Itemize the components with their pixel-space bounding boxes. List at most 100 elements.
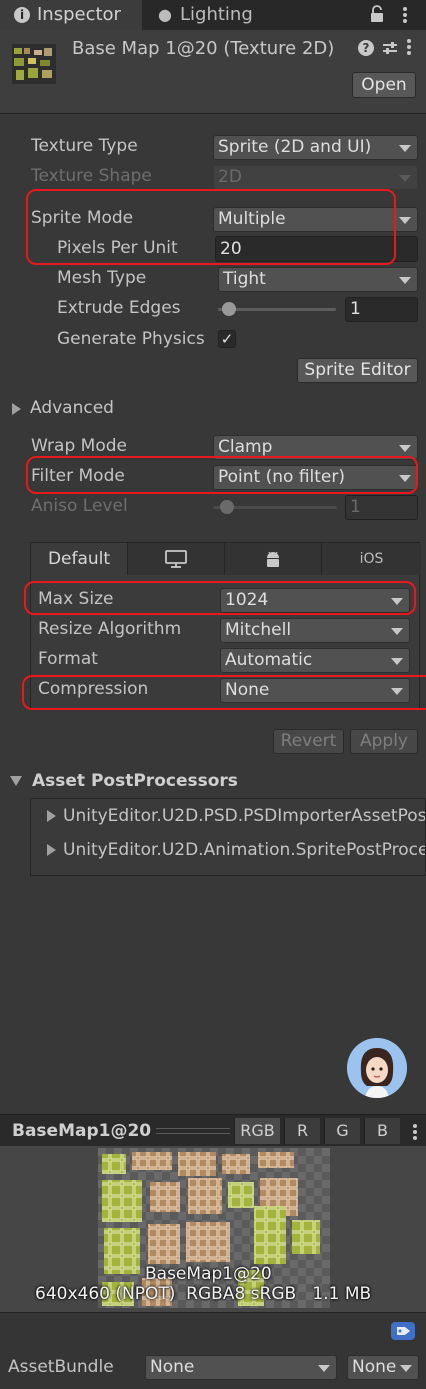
max-size-dropdown[interactable]: 1024 — [220, 588, 410, 613]
tab-inspector-label: Inspector — [37, 4, 121, 25]
postprocessor-item[interactable]: UnityEditor.U2D.Animation.SpritePostProc… — [63, 840, 425, 860]
filter-mode-label: Filter Mode — [31, 466, 125, 486]
mesh-type-dropdown[interactable]: Tight — [218, 267, 418, 292]
lock-icon[interactable] — [370, 5, 384, 23]
chevron-down-icon — [391, 627, 403, 635]
generate-physics-label: Generate Physics — [57, 329, 205, 349]
format-dropdown[interactable]: Automatic — [220, 648, 410, 673]
monitor-icon — [165, 550, 187, 568]
chevron-down-icon — [399, 144, 411, 152]
avatar[interactable] — [347, 1038, 407, 1098]
aniso-level-label: Aniso Level — [31, 496, 128, 516]
asset-title: Base Map 1@20 (Texture 2D) — [72, 38, 335, 59]
preview-divider — [156, 1133, 230, 1134]
max-size-label: Max Size — [38, 589, 114, 609]
texture-shape-value: 2D — [218, 167, 242, 187]
compression-dropdown[interactable]: None — [220, 678, 410, 703]
texture-shape-dropdown: 2D — [213, 165, 418, 190]
preview-divider — [156, 1128, 230, 1129]
help-icon[interactable]: ? — [358, 40, 374, 56]
compression-value: None — [225, 680, 270, 700]
texture-type-label: Texture Type — [31, 136, 138, 156]
asset-bundle-variant-value: None — [352, 1357, 397, 1377]
label-tag-icon[interactable] — [391, 1322, 415, 1340]
chevron-down-icon — [399, 276, 411, 284]
foldout-arrow-icon[interactable] — [47, 844, 56, 856]
preset-icon[interactable] — [382, 40, 398, 56]
max-size-value: 1024 — [225, 590, 269, 610]
postprocessor-item[interactable]: UnityEditor.U2D.PSD.PSDImporterAssetPost… — [63, 806, 425, 826]
foldout-arrow-icon[interactable] — [12, 403, 21, 415]
wrap-mode-value: Clamp — [218, 437, 273, 457]
tab-ios-label: iOS — [359, 551, 384, 567]
info-icon: i — [14, 7, 30, 23]
apply-button[interactable]: Apply — [350, 729, 418, 754]
channel-r-button[interactable]: R — [284, 1118, 320, 1144]
asset-bundle-bar: AssetBundle None None — [0, 1312, 426, 1389]
asset-header: Base Map 1@20 (Texture 2D) ? Open — [0, 30, 426, 114]
channel-b-button[interactable]: B — [364, 1118, 400, 1144]
tab-inspector[interactable]: i Inspector — [0, 0, 142, 30]
filter-mode-value: Point (no filter) — [218, 467, 346, 487]
chevron-down-icon — [399, 174, 411, 182]
preview-overlay-name: BaseMap1@20 — [145, 1264, 272, 1284]
resize-algorithm-value: Mitchell — [225, 620, 292, 640]
asset-bundle-variant-dropdown[interactable]: None — [347, 1355, 419, 1380]
android-icon — [267, 551, 279, 567]
chevron-down-icon — [399, 216, 411, 224]
lightbulb-icon: ● — [158, 5, 172, 24]
tab-lighting[interactable]: ● Lighting — [142, 0, 292, 30]
texture-shape-label: Texture Shape — [31, 166, 152, 186]
chevron-down-icon — [391, 657, 403, 665]
aniso-level-slider-handle — [220, 500, 234, 514]
format-value: Automatic — [225, 650, 313, 670]
wrap-mode-label: Wrap Mode — [31, 436, 127, 456]
channel-rgb-button[interactable]: RGB — [234, 1118, 280, 1144]
mesh-type-label: Mesh Type — [57, 268, 147, 288]
sprite-mode-dropdown[interactable]: Multiple — [213, 207, 418, 232]
tab-standalone[interactable] — [128, 543, 225, 575]
aniso-level-input: 1 — [345, 495, 418, 520]
generate-physics-checkbox[interactable]: ✓ — [218, 330, 236, 348]
postprocessors-list: UnityEditor.U2D.PSD.PSDImporterAssetPost… — [30, 798, 426, 876]
header-menu-icon[interactable] — [404, 36, 414, 58]
pixels-per-unit-label: Pixels Per Unit — [57, 238, 178, 258]
asset-bundle-name-value: None — [150, 1357, 195, 1377]
open-button[interactable]: Open — [352, 72, 416, 98]
revert-button[interactable]: Revert — [273, 729, 344, 754]
texture-type-dropdown[interactable]: Sprite (2D and UI) — [213, 135, 418, 160]
compression-label: Compression — [38, 679, 149, 699]
tab-default-label: Default — [47, 549, 111, 569]
extrude-edges-input[interactable]: 1 — [345, 297, 418, 322]
pixels-per-unit-input[interactable]: 20 — [215, 236, 418, 262]
platform-settings-panel: Default iOS Max Size 1024 Resize Algorit… — [30, 542, 421, 710]
tab-ios[interactable]: iOS — [322, 543, 421, 575]
advanced-foldout[interactable]: Advanced — [30, 398, 114, 418]
texture-preview: BaseMap1@20 640x460 (NPOT) RGBA8 sRGB 1.… — [0, 1146, 426, 1312]
foldout-expanded-icon[interactable] — [10, 776, 22, 786]
tab-bar: i Inspector ● Lighting — [0, 0, 426, 30]
more-menu-icon[interactable] — [400, 4, 410, 26]
sprite-mode-label: Sprite Mode — [31, 208, 134, 228]
foldout-arrow-icon[interactable] — [47, 810, 56, 822]
sprite-editor-button[interactable]: Sprite Editor — [297, 358, 418, 383]
texture-thumbnail — [12, 44, 56, 84]
extrude-edges-slider-handle[interactable] — [222, 302, 236, 316]
wrap-mode-dropdown[interactable]: Clamp — [213, 435, 418, 460]
chevron-down-icon — [400, 1364, 412, 1372]
asset-postprocessors-title[interactable]: Asset PostProcessors — [32, 771, 238, 791]
resize-algorithm-label: Resize Algorithm — [38, 619, 182, 639]
channel-g-button[interactable]: G — [324, 1118, 360, 1144]
tab-default[interactable]: Default — [31, 543, 128, 575]
asset-bundle-name-dropdown[interactable]: None — [145, 1355, 337, 1380]
filter-mode-dropdown[interactable]: Point (no filter) — [213, 465, 418, 490]
preview-menu-icon[interactable] — [410, 1121, 420, 1143]
tab-android[interactable] — [225, 543, 322, 575]
preview-toolbar: BaseMap1@20 RGB R G B — [0, 1114, 426, 1146]
chevron-down-icon — [391, 687, 403, 695]
resize-algorithm-dropdown[interactable]: Mitchell — [220, 618, 410, 643]
format-label: Format — [38, 649, 98, 669]
preview-info: 640x460 (NPOT) RGBA8 sRGB 1.1 MB — [35, 1284, 372, 1304]
texture-type-value: Sprite (2D and UI) — [218, 137, 372, 157]
tab-lighting-label: Lighting — [180, 4, 253, 25]
